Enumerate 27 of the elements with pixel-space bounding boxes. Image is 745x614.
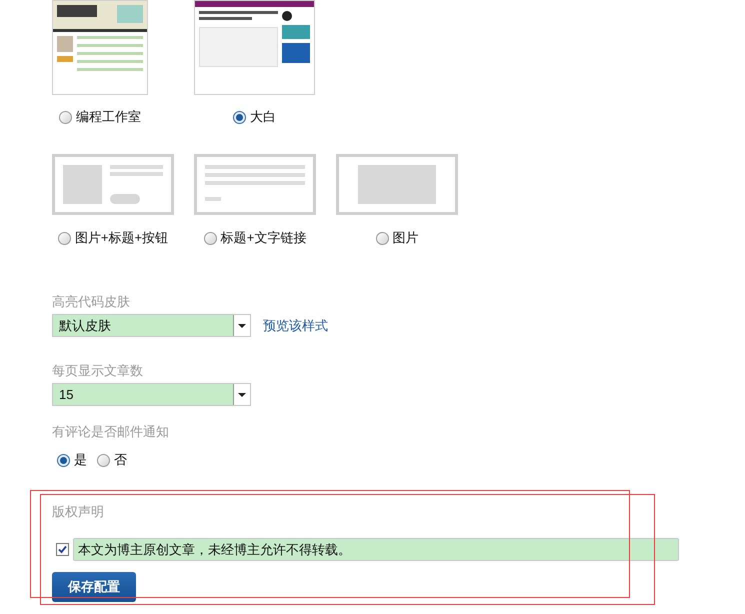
field-label: 高亮代码皮肤	[52, 294, 131, 310]
radio-button[interactable]	[376, 232, 388, 244]
save-button[interactable]: 保存配置	[52, 572, 136, 602]
radio-button[interactable]	[57, 454, 70, 466]
radio-button[interactable]	[58, 232, 71, 244]
radio-button[interactable]	[233, 110, 246, 124]
layout-option-label: 图片+标题+按钮	[74, 230, 168, 246]
check-icon	[58, 545, 67, 554]
preview-style-link[interactable]: 预览该样式	[263, 318, 328, 334]
dropdown-caret-icon[interactable]	[233, 315, 250, 336]
dropdown-caret-icon[interactable]	[233, 384, 250, 405]
per-page-select[interactable]: 15	[52, 383, 251, 406]
field-label: 有评论是否邮件通知	[52, 424, 170, 440]
radio-label: 是	[74, 452, 87, 468]
radio-label: 否	[114, 452, 127, 468]
field-label: 每页显示文章数	[52, 363, 144, 379]
theme-option-label: 大白	[250, 109, 276, 125]
checkbox[interactable]	[56, 543, 69, 556]
layout-option-label: 标题+文字链接	[220, 230, 306, 246]
radio-button[interactable]	[97, 454, 110, 466]
theme-option-label: 编程工作室	[76, 109, 141, 125]
copyright-text-field[interactable]: 本文为博主原创文章，未经博主允许不得转载。	[73, 538, 679, 561]
radio-button[interactable]	[59, 110, 72, 124]
radio-button[interactable]	[204, 232, 217, 244]
field-label: 版权声明	[52, 504, 105, 520]
layout-option-label: 图片	[392, 230, 418, 246]
code-skin-select[interactable]: 默认皮肤	[52, 314, 251, 337]
